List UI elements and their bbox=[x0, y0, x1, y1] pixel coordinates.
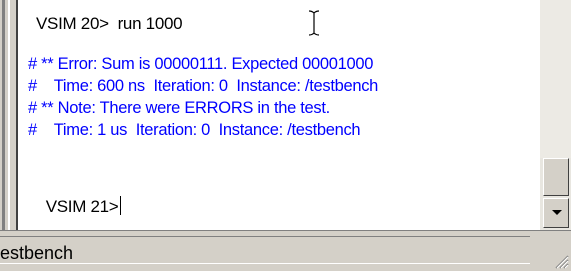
i-beam-icon bbox=[308, 10, 320, 36]
scroll-down-button[interactable] bbox=[543, 198, 569, 228]
vertical-scrollbar[interactable] bbox=[540, 0, 571, 230]
left-pane-edge bbox=[0, 0, 16, 230]
scrollbar-track[interactable] bbox=[540, 0, 571, 158]
status-context-text: estbench bbox=[0, 243, 74, 263]
console-line-prompt-21[interactable]: VSIM 21> bbox=[28, 176, 122, 237]
console-line-note-time: # Time: 1 us Iteration: 0 Instance: /tes… bbox=[28, 121, 361, 139]
chevron-down-icon bbox=[552, 210, 562, 215]
resize-grip-icon[interactable] bbox=[551, 251, 569, 269]
console-line-error: # ** Error: Sum is 00000111. Expected 00… bbox=[28, 55, 374, 73]
scrollbar-thumb[interactable] bbox=[543, 158, 569, 196]
status-pane: estbench bbox=[0, 236, 530, 264]
status-bar: estbench bbox=[0, 230, 571, 271]
transcript-console[interactable]: VSIM 20> run 1000 # ** Error: Sum is 000… bbox=[16, 0, 540, 230]
text-caret bbox=[120, 196, 122, 215]
left-pane-highlight bbox=[8, 0, 10, 230]
console-line-error-time: # Time: 600 ns Iteration: 0 Instance: /t… bbox=[28, 77, 379, 95]
console-line-note: # ** Note: There were ERRORS in the test… bbox=[28, 99, 330, 117]
console-line-prompt-20: VSIM 20> run 1000 bbox=[36, 14, 183, 33]
prompt-label: VSIM 21> bbox=[45, 197, 119, 216]
left-pane-border bbox=[2, 0, 5, 230]
